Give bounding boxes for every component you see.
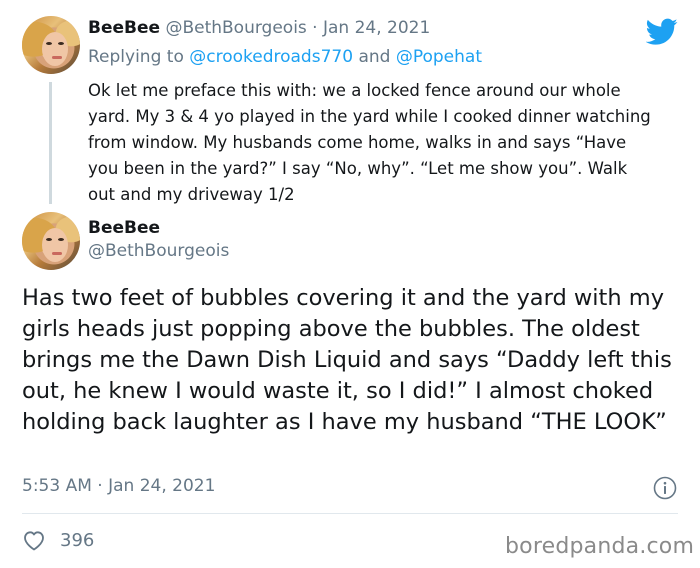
tweet-timestamp[interactable]: 5:53 AM · Jan 24, 2021 — [22, 476, 215, 496]
thread-line — [49, 82, 52, 204]
user-handle[interactable]: @BethBourgeois — [165, 18, 306, 38]
main-tweet-text: Has two feet of bubbles covering it and … — [22, 285, 672, 435]
avatar[interactable] — [22, 212, 80, 270]
replying-prefix: Replying to — [88, 47, 190, 67]
user-handle[interactable]: @BethBourgeois — [88, 241, 229, 261]
replying-to: Replying to @crookedroads770 and @Popeha… — [88, 47, 482, 67]
mention-link[interactable]: @crookedroads770 — [189, 47, 353, 67]
info-icon[interactable] — [653, 476, 677, 500]
twitter-bird-icon[interactable] — [646, 18, 678, 46]
like-button[interactable]: 396 — [22, 529, 94, 551]
display-name[interactable]: BeeBee — [88, 218, 160, 238]
reply-tweet-text: Ok let me preface this with: we a locked… — [88, 81, 651, 204]
divider — [22, 513, 678, 514]
separator: · — [306, 18, 323, 38]
display-name[interactable]: BeeBee — [88, 18, 160, 38]
reply-tweet-header: BeeBee @BethBourgeois · Jan 24, 2021 — [88, 18, 430, 38]
replying-and: and — [353, 47, 396, 67]
like-count: 396 — [60, 529, 95, 551]
tweet-date[interactable]: Jan 24, 2021 — [323, 18, 430, 38]
watermark: boredpanda.com — [505, 534, 695, 559]
mention-link[interactable]: @Popehat — [396, 47, 482, 67]
heart-icon[interactable] — [22, 529, 46, 551]
avatar[interactable] — [22, 16, 80, 74]
